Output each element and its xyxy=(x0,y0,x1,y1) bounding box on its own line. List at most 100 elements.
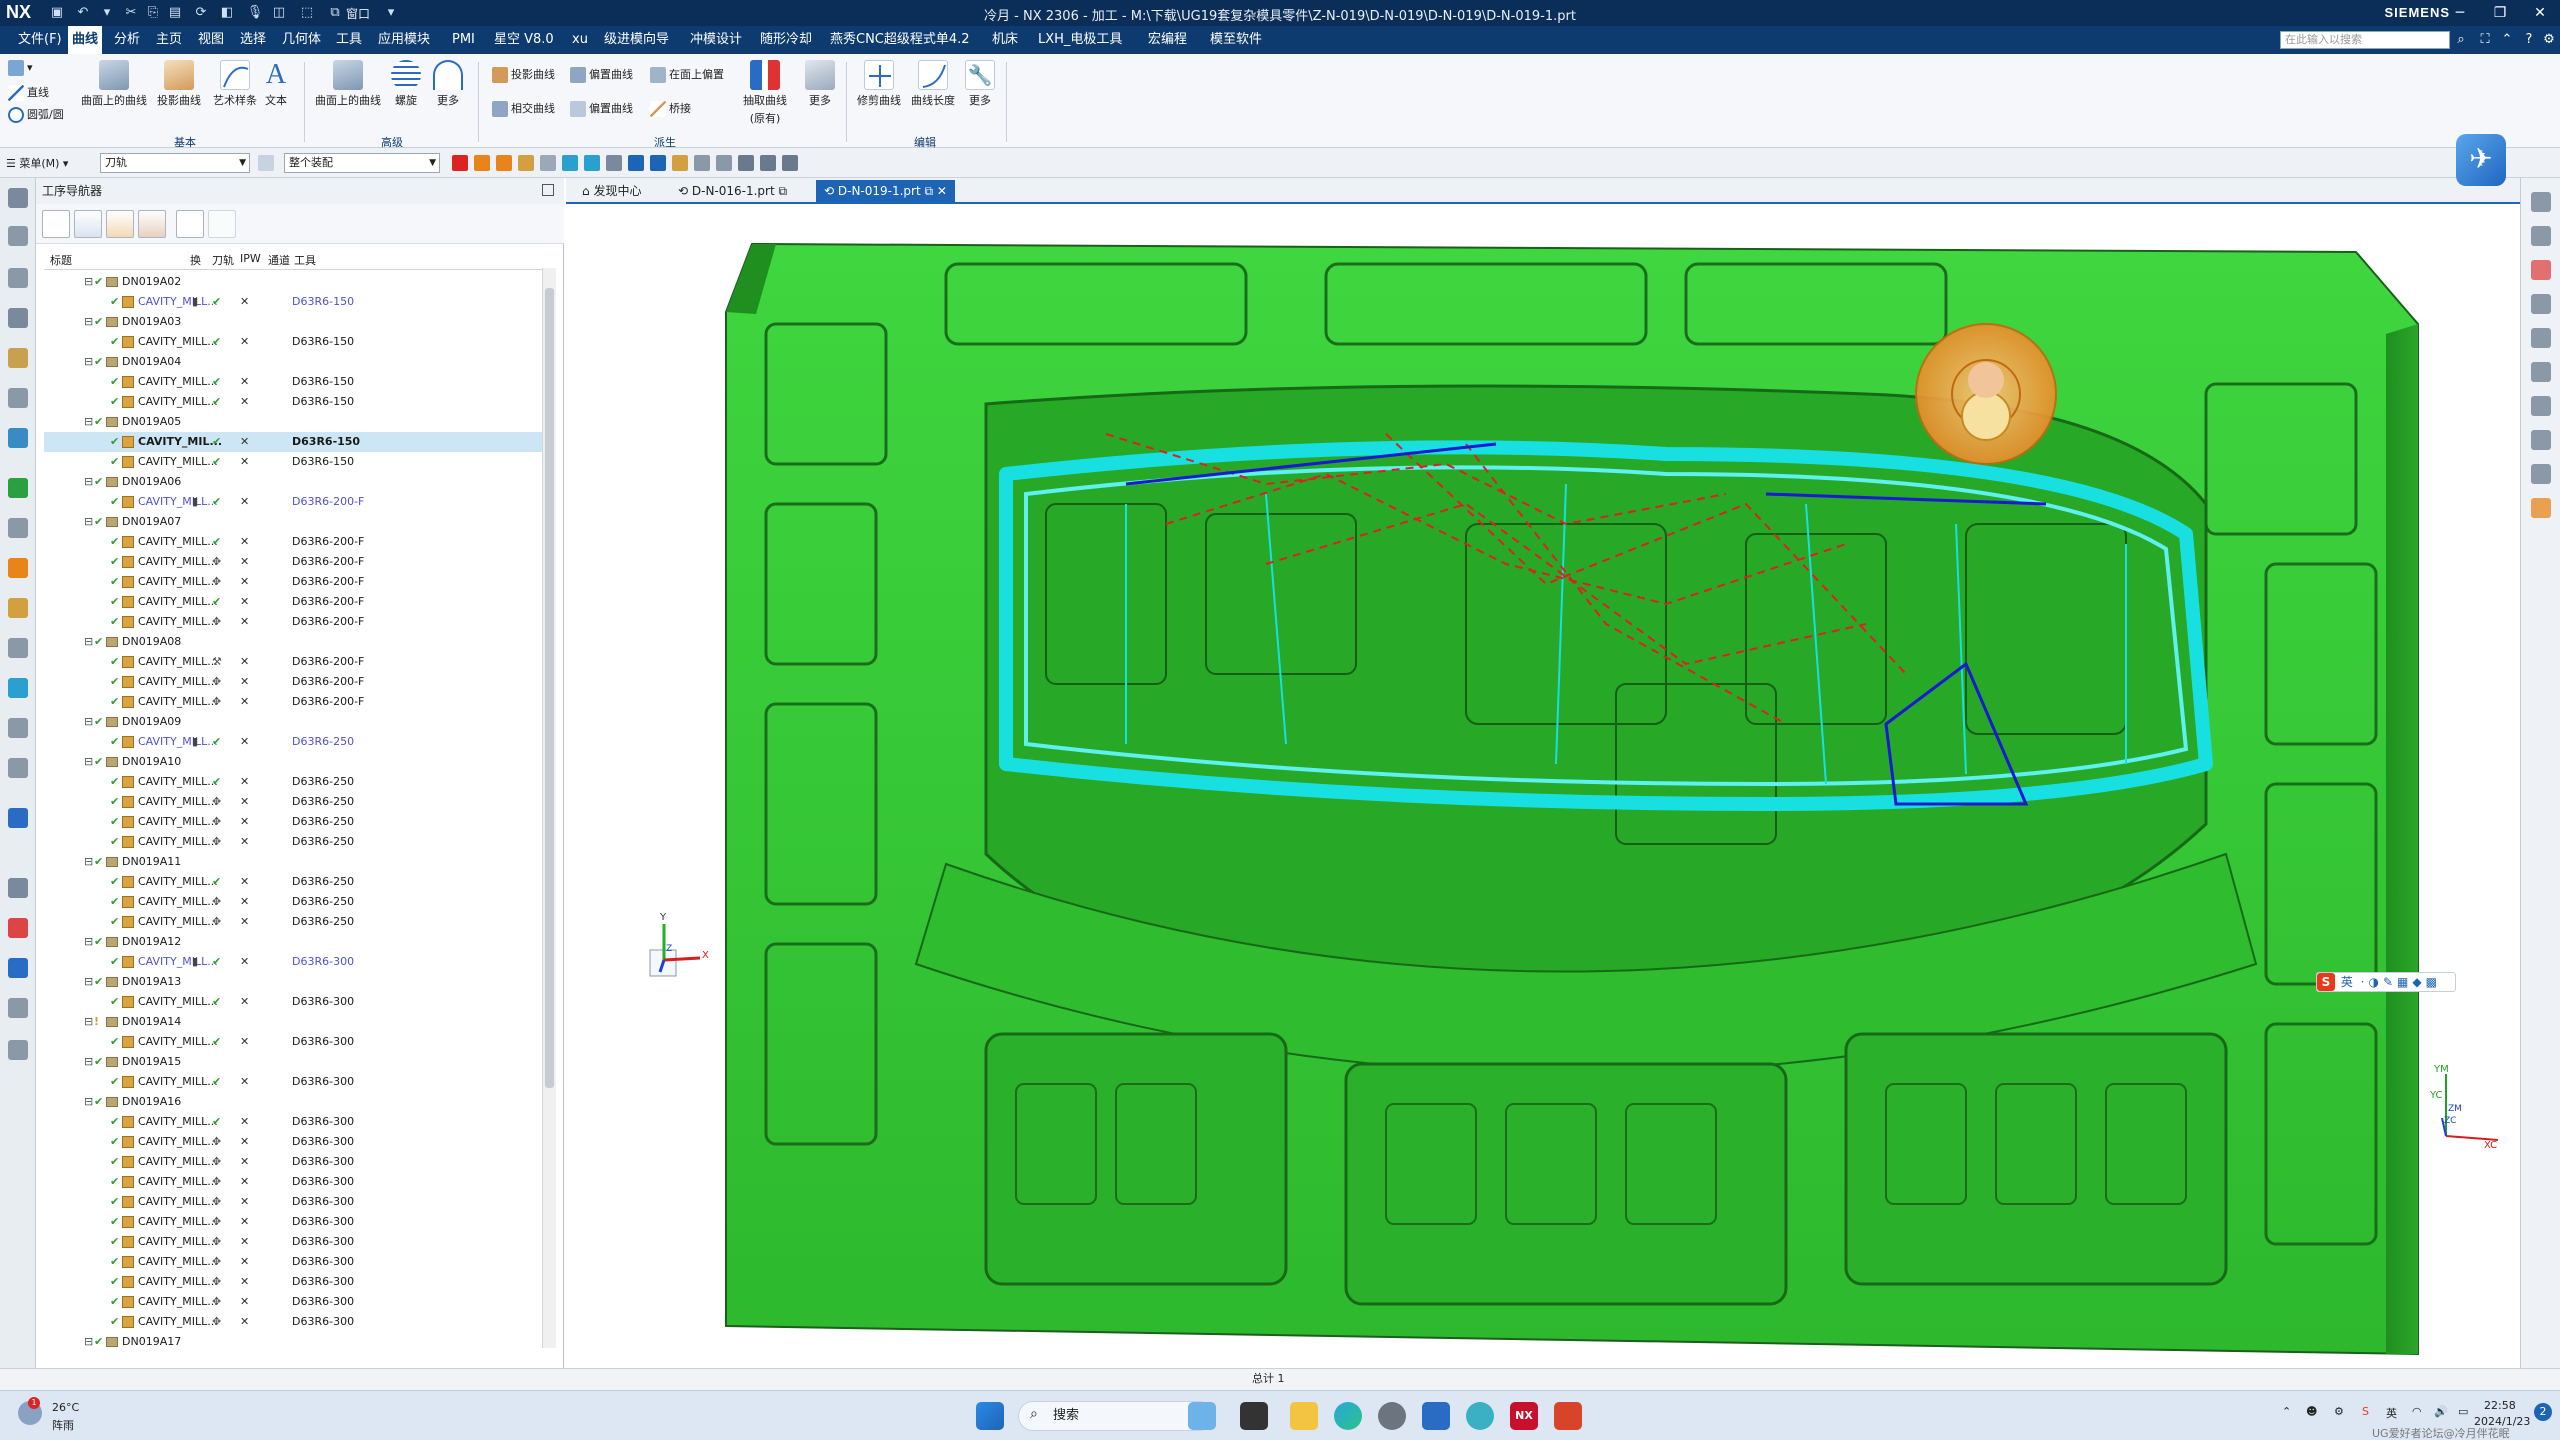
microphone-icon[interactable]: 🎙 xyxy=(246,4,264,22)
collapse-icon[interactable]: ⊟ xyxy=(84,712,93,732)
offset-curve2-button[interactable]: 偏置曲线 xyxy=(570,100,633,117)
operation-row[interactable]: ✔ CAVITY_MILL... ▮ ✔ ✕ D63R6-300 xyxy=(44,952,544,972)
paste-icon[interactable]: ▤ xyxy=(166,4,184,22)
close-button[interactable]: ✕ xyxy=(2520,3,2560,23)
selection-tool-icon[interactable] xyxy=(606,155,622,171)
geometry-view-button[interactable] xyxy=(106,210,134,238)
menu-tab-9[interactable]: PMI xyxy=(448,26,479,54)
view-triad[interactable]: Y X Z xyxy=(648,912,709,984)
collapse-ribbon-icon[interactable]: ⌃ xyxy=(2498,31,2516,49)
program-group-row[interactable]: ⊟ ✔ DN019A06 xyxy=(44,472,544,492)
program-group-row[interactable]: ⊟ ✔ DN019A02 xyxy=(44,272,544,292)
resource-tab-icon[interactable] xyxy=(8,348,28,368)
view-tool-icon[interactable] xyxy=(2531,192,2551,212)
window-switch-icon[interactable]: ⧉ xyxy=(326,4,344,22)
selection-tool-icon[interactable] xyxy=(562,155,578,171)
collapse-icon[interactable]: ⊟ xyxy=(84,852,93,872)
operation-row[interactable]: ✔ CAVITY_MILL... ✥ ✕ D63R6-200-F xyxy=(44,692,544,712)
search-highlight-icon[interactable] xyxy=(1188,1402,1216,1430)
collapse-icon[interactable]: ⊟ xyxy=(84,312,93,332)
menu-tab-6[interactable]: 几何体 xyxy=(278,26,325,54)
settings-icon[interactable]: ⚙ xyxy=(2540,31,2558,49)
app-launcher-icon[interactable] xyxy=(1554,1402,1582,1430)
view-tool-icon[interactable] xyxy=(2531,328,2551,348)
operation-row[interactable]: ✔ CAVITY_MILL... ✥ ✕ D63R6-300 xyxy=(44,1192,544,1212)
start-button[interactable] xyxy=(976,1402,1004,1430)
operation-row[interactable]: ✔ CAVITY_MILL... ✔ ✕ D63R6-300 xyxy=(44,1032,544,1052)
operation-row[interactable]: ✔ CAVITY_MILL... ✥ ✕ D63R6-200-F xyxy=(44,672,544,692)
nx-app-icon[interactable]: NX xyxy=(1510,1402,1538,1430)
derived-more-button[interactable]: 更多 xyxy=(800,60,840,108)
create-operation-button[interactable] xyxy=(176,210,204,238)
clock-time[interactable]: 22:58 xyxy=(2484,1399,2516,1412)
filter-icon[interactable] xyxy=(258,155,274,171)
resource-tab-icon[interactable] xyxy=(8,808,28,828)
task-view-icon[interactable] xyxy=(1240,1402,1268,1430)
file-explorer-icon[interactable] xyxy=(1290,1402,1318,1430)
menu-tab-2[interactable]: 分析 xyxy=(110,26,144,54)
derived-project-curve-button[interactable]: 投影曲线 xyxy=(492,66,555,83)
operation-row[interactable]: ✔ CAVITY_MILL... ⚒ ✕ D63R6-200-F xyxy=(44,652,544,672)
menu-tab-12[interactable]: 级进模向导 xyxy=(600,26,673,54)
selection-tool-icon[interactable] xyxy=(474,155,490,171)
resource-tab-icon[interactable] xyxy=(8,388,28,408)
collapse-icon[interactable]: ⊟ xyxy=(84,512,93,532)
selection-tool-icon[interactable] xyxy=(628,155,644,171)
operation-row[interactable]: ✔ CAVITY_MILL... ✥ ✕ D63R6-250 xyxy=(44,912,544,932)
window-menu[interactable]: 窗口 xyxy=(346,5,370,22)
graphics-window[interactable]: Y X Z YM YC ZM ZC XC S 英 ·◑✎▦◆▩ xyxy=(566,204,2520,1368)
program-group-row[interactable]: ⊟ ✔ DN019A17 xyxy=(44,1332,544,1352)
view-tool-icon[interactable] xyxy=(2531,498,2551,518)
resource-tab-icon[interactable] xyxy=(8,918,28,938)
menu-tab-3[interactable]: 主页 xyxy=(152,26,186,54)
undo-icon[interactable]: ↶ xyxy=(74,4,92,22)
tray-expand-icon[interactable]: ⌃ xyxy=(2282,1405,2291,1418)
selection-tool-icon[interactable] xyxy=(540,155,556,171)
col-title[interactable]: 标题 xyxy=(50,252,72,268)
text-button[interactable]: A 文本 xyxy=(256,60,296,108)
resource-tab-icon[interactable] xyxy=(8,598,28,618)
operation-row[interactable]: ✔ CAVITY_MILL... ✔ ✕ D63R6-150 xyxy=(44,452,544,472)
operation-row[interactable]: ✔ CAVITY_MILL... ✥ ✕ D63R6-300 xyxy=(44,1232,544,1252)
tab-d-n-019-1[interactable]: ⟲ D-N-019-1.prt ⧉ ✕ xyxy=(816,180,955,202)
battery-icon[interactable]: ▭ xyxy=(2458,1405,2468,1418)
advanced-more-button[interactable]: 更多 xyxy=(428,60,468,108)
operation-row[interactable]: ✔ CAVITY_MILL... ✔ ✕ D63R6-150 xyxy=(44,332,544,352)
view-tool-icon[interactable] xyxy=(2531,396,2551,416)
collapse-icon[interactable]: ⊟ xyxy=(84,1332,93,1352)
trim-curve-button[interactable]: 修剪曲线 xyxy=(852,60,906,108)
selection-tool-icon[interactable] xyxy=(650,155,666,171)
resource-tab-icon[interactable] xyxy=(8,188,28,208)
collapse-icon[interactable]: ⊟ xyxy=(84,352,93,372)
view-tool-icon[interactable] xyxy=(2531,294,2551,314)
restore-button[interactable]: ❐ xyxy=(2480,3,2520,23)
method-view-button[interactable] xyxy=(138,210,166,238)
selection-tool-icon[interactable] xyxy=(716,155,732,171)
helix-button[interactable]: 螺旋 xyxy=(384,60,428,108)
menu-button[interactable]: ☰ 菜单(M) ▾ xyxy=(6,155,68,171)
program-group-row[interactable]: ⊟ ✔ DN019A15 xyxy=(44,1052,544,1072)
menu-tab-16[interactable]: 机床 xyxy=(988,26,1022,54)
menu-tab-15[interactable]: 燕秀CNC超级程式单4.2 xyxy=(826,26,974,54)
resource-tab-icon[interactable] xyxy=(8,518,28,538)
operation-row[interactable]: ✔ CAVITY_MIL... ✔ ✕ D63R6-150 xyxy=(44,432,544,452)
operation-row[interactable]: ✔ CAVITY_MILL... ✔ ✕ D63R6-150 xyxy=(44,392,544,412)
program-group-row[interactable]: ⊟ ✔ DN019A05 xyxy=(44,412,544,432)
menu-tab-4[interactable]: 视图 xyxy=(194,26,228,54)
customize-dropdown-icon[interactable]: ▾ xyxy=(382,4,400,22)
collapse-icon[interactable]: ⊟ xyxy=(84,932,93,952)
volume-icon[interactable]: 🔊 xyxy=(2434,1405,2448,1418)
resource-tab-icon[interactable] xyxy=(8,478,28,498)
menu-tab-17[interactable]: LXH_电极工具 xyxy=(1034,26,1126,54)
collapse-icon[interactable]: ⊟ xyxy=(84,632,93,652)
ime-tools-icons[interactable]: ·◑✎▦◆▩ xyxy=(2361,975,2441,989)
operation-row[interactable]: ✔ CAVITY_MILL... ✥ ✕ D63R6-300 xyxy=(44,1132,544,1152)
bridge-button[interactable]: 桥接 xyxy=(650,100,691,117)
selection-tool-icon[interactable] xyxy=(738,155,754,171)
resource-tab-icon[interactable] xyxy=(8,308,28,328)
tray-ime-icon[interactable]: 英 xyxy=(2386,1405,2397,1421)
resource-tab-icon[interactable] xyxy=(8,428,28,448)
edit-more-button[interactable]: 🔧 更多 xyxy=(960,60,1000,108)
resource-tab-icon[interactable] xyxy=(8,268,28,288)
col-ipw[interactable]: IPW xyxy=(240,252,261,265)
